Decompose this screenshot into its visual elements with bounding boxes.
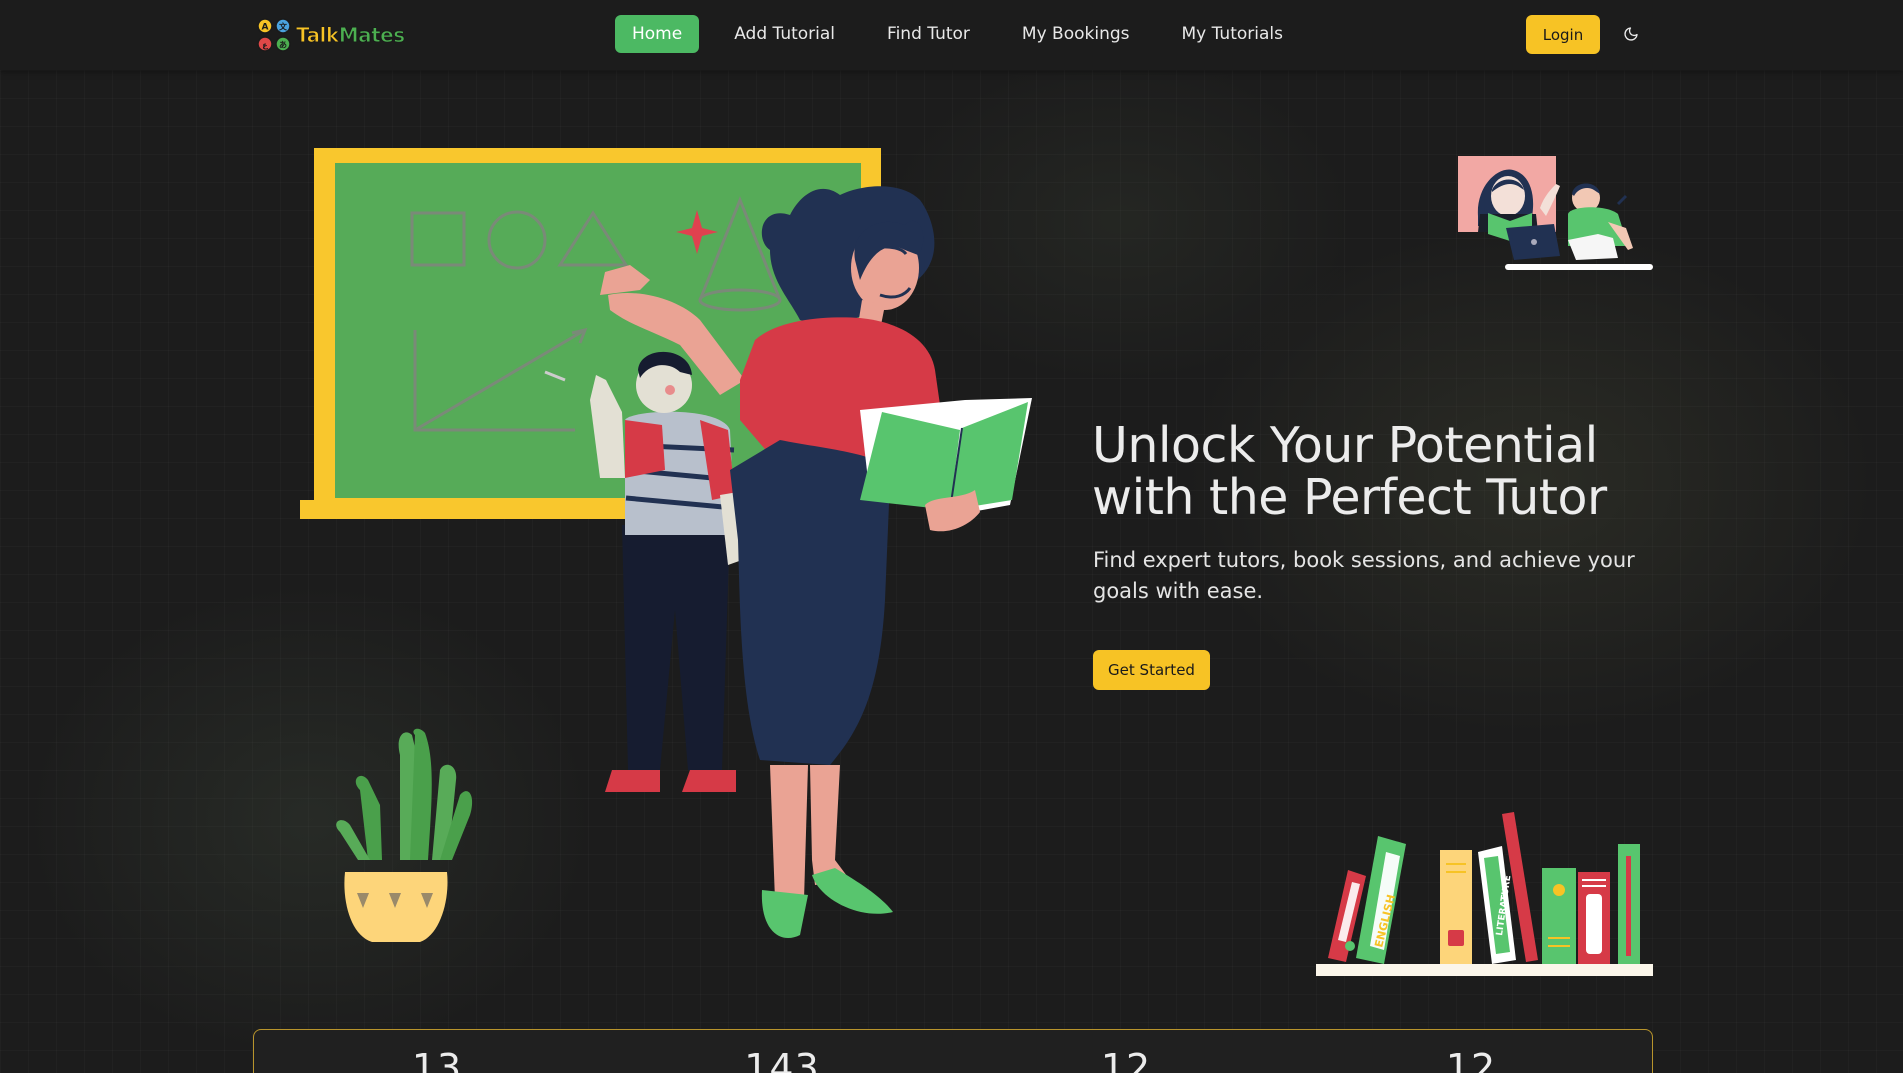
nav-item-my-tutorials[interactable]: My Tutorials	[1165, 15, 1301, 53]
navbar: A 文 ع あ TalkMates Home Add Tutorial Find…	[0, 0, 1903, 70]
hero-title: Unlock Your Potential with the Perfect T…	[1092, 420, 1672, 524]
hero-illustration	[300, 148, 1032, 942]
nav-links: Home Add Tutorial Find Tutor My Bookings…	[615, 15, 1318, 53]
online-tutoring-illustration	[1458, 156, 1653, 270]
login-button[interactable]: Login	[1526, 15, 1600, 54]
brand-name: TalkMates	[296, 23, 406, 48]
nav-item-my-bookings[interactable]: My Bookings	[1005, 15, 1147, 53]
hero-title-line2: with the Perfect Tutor	[1092, 469, 1607, 526]
brand-name-part1: Talk	[296, 23, 340, 48]
nav-item-add-tutorial[interactable]: Add Tutorial	[717, 15, 852, 53]
moon-icon	[1624, 27, 1638, 41]
cactus-plant	[336, 728, 473, 942]
stat-value-1: 13	[411, 1046, 463, 1073]
stats-card: 13 143 12 12	[253, 1029, 1653, 1073]
logo-letter-japanese: あ	[279, 41, 287, 50]
brand-logo[interactable]: A 文 ع あ TalkMates	[256, 17, 406, 53]
stat-value-3: 12	[1100, 1046, 1152, 1073]
get-started-button[interactable]: Get Started	[1093, 650, 1210, 690]
brand-name-part2: Mates	[338, 23, 405, 48]
stat-value-4: 12	[1445, 1046, 1497, 1073]
bookshelf-illustration: ENGLISH LITERATURE	[1316, 812, 1653, 976]
nav-item-find-tutor[interactable]: Find Tutor	[870, 15, 987, 53]
logo-letter-arabic: ع	[262, 41, 268, 50]
nav-item-home[interactable]: Home	[615, 15, 700, 53]
language-logo-icon: A 文 ع あ	[257, 18, 291, 52]
stat-value-2: 143	[744, 1046, 820, 1073]
logo-letter-chinese: 文	[279, 22, 288, 32]
hero-subtitle: Find expert tutors, book sessions, and a…	[1093, 548, 1635, 603]
logo-letter-a: A	[262, 23, 269, 33]
theme-toggle-button[interactable]	[1614, 15, 1648, 53]
hero-title-line1: Unlock Your Potential	[1092, 417, 1598, 474]
